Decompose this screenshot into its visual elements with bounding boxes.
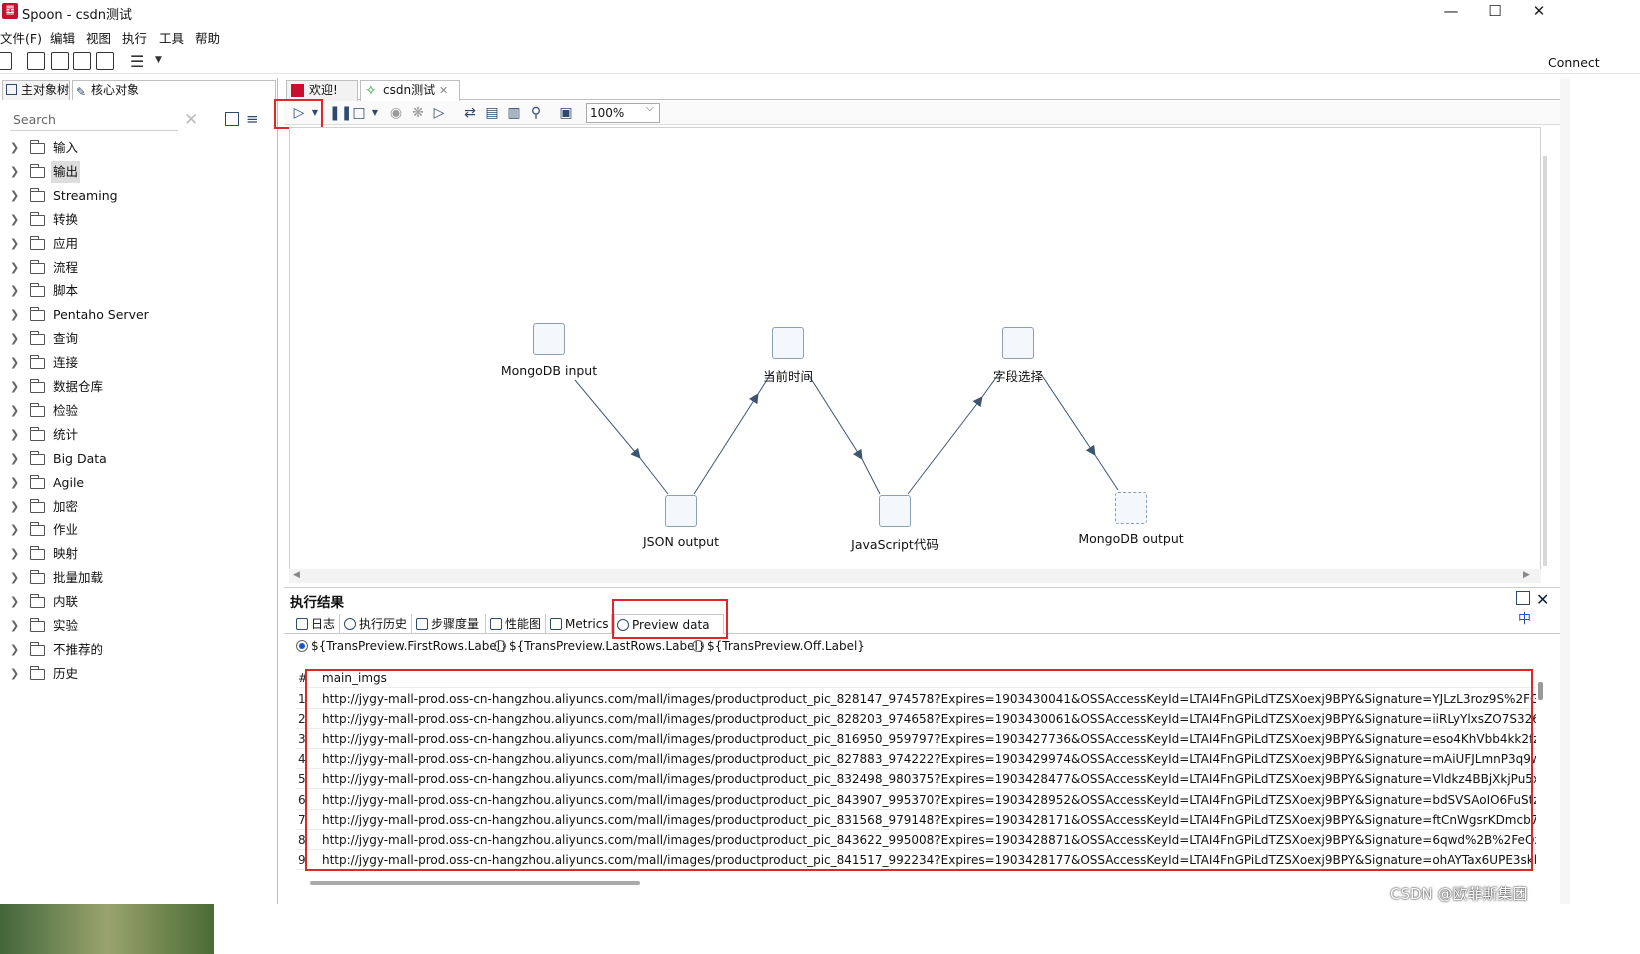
tab-label: 性能图 [505,617,542,631]
grid-vertical-scrollbar[interactable] [1538,682,1543,700]
canvas-horizontal-scrollbar[interactable] [289,569,1541,583]
tab-log[interactable]: 日志 [294,614,340,634]
tab-metrics[interactable]: Metrics [548,614,612,634]
preview-tab-highlight-box [612,599,728,639]
json-output-icon[interactable] [665,495,697,527]
hop-arrow [1040,373,1096,456]
step-label[interactable]: 当前时间 [763,366,813,385]
radio-label: ${TransPreview.Off.Label} [707,639,865,653]
tab-step-metrics[interactable]: 步骤度量 [414,614,486,634]
tab-execution-history[interactable]: 执行历史 [342,614,412,634]
scroll-left-icon[interactable]: ◀ [293,570,300,580]
mongodb-input-icon[interactable] [533,323,565,355]
canvas-vertical-scrollbar[interactable] [1543,156,1547,566]
radio-indicator [494,640,506,652]
chart-icon [490,618,502,630]
hop-arrow [907,396,983,495]
radio-indicator [692,640,704,652]
maximize-panel-icon[interactable] [1516,591,1530,605]
tab-label: Metrics [565,617,609,631]
divider [284,587,1560,588]
taskbar-thumbnail [0,904,214,954]
radio-label: ${TransPreview.FirstRows.Label} [311,639,508,653]
tab-label: 执行历史 [359,617,408,631]
radio-label: ${TransPreview.LastRows.Label} [509,639,706,653]
step-label[interactable]: MongoDB input [501,363,597,378]
history-icon [344,618,356,630]
hop-arrow [574,379,641,459]
ime-indicator[interactable]: 中 [1518,608,1531,627]
metrics-list-icon [416,618,428,630]
hop-arrow [693,393,759,495]
mongodb-output-icon[interactable] [1115,492,1147,524]
tab-label: 步骤度量 [431,617,480,631]
javascript-icon[interactable] [879,495,911,527]
tab-label: 日志 [311,617,336,631]
step-label[interactable]: JSON output [643,534,719,549]
first-rows-radio[interactable]: ${TransPreview.FirstRows.Label} [296,639,508,653]
close-panel-icon[interactable]: ✕ [1536,590,1549,609]
preview-off-radio[interactable]: ${TransPreview.Off.Label} [692,639,865,653]
radio-indicator [296,640,308,652]
step-label[interactable]: MongoDB output [1078,531,1183,546]
right-edge-strip [1560,78,1570,904]
step-label[interactable]: 字段选择 [993,366,1043,385]
tab-performance-graph[interactable]: 性能图 [488,614,546,634]
data-highlight-box [305,669,1533,871]
scroll-right-icon[interactable]: ▶ [1523,570,1530,580]
select-fields-icon[interactable] [1002,327,1034,359]
step-label[interactable]: JavaScript代码 [851,534,939,553]
results-panel-title: 执行结果 [290,595,344,611]
grid-horizontal-scrollbar[interactable] [310,881,640,885]
hop-arrow [807,373,863,460]
metrics-icon [550,618,562,630]
last-rows-radio[interactable]: ${TransPreview.LastRows.Label} [494,639,705,653]
log-icon [296,618,308,630]
watermark: CSDN @欧菲斯集团 [1390,885,1528,903]
current-time-icon[interactable] [772,327,804,359]
